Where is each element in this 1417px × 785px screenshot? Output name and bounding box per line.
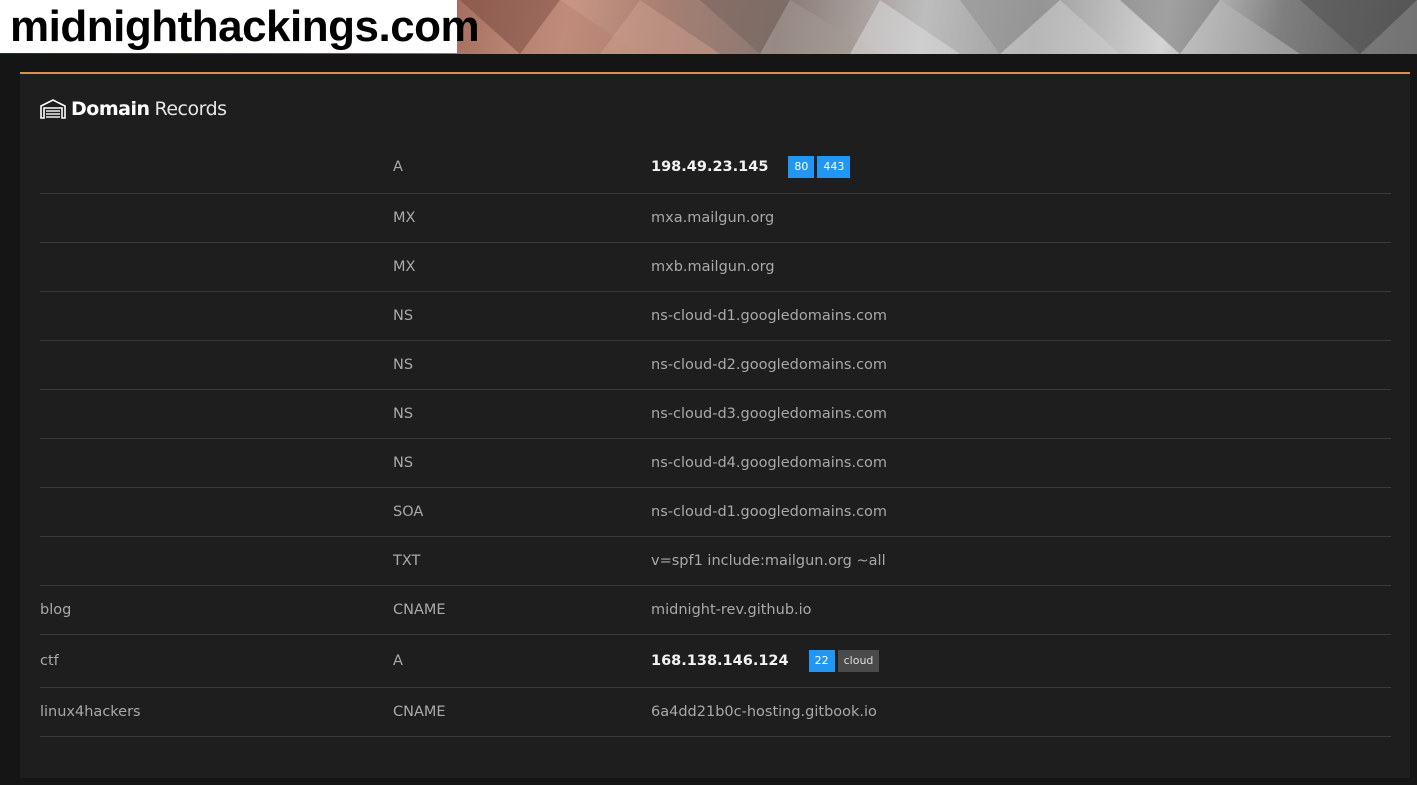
record-host <box>40 340 393 390</box>
site-title[interactable]: midnighthackings.com <box>0 0 480 53</box>
port-badges: 22 cloud <box>806 650 880 672</box>
record-host <box>40 291 393 341</box>
record-type: CNAME <box>393 585 651 635</box>
table-row: SOA ns-cloud-d1.googledomains.com <box>40 487 1391 537</box>
port-badge[interactable]: 22 <box>808 650 835 672</box>
record-value: ns-cloud-d3.googledomains.com <box>651 406 888 422</box>
table-row: A 198.49.23.145 80 443 <box>40 141 1391 194</box>
table-row: NS ns-cloud-d1.googledomains.com <box>40 291 1391 341</box>
record-type: TXT <box>393 536 651 586</box>
record-value-cell: 6a4dd21b0c-hosting.gitbook.io <box>651 687 1391 737</box>
record-value: mxa.mailgun.org <box>651 210 775 226</box>
record-value: v=spf1 include:mailgun.org ~all <box>651 553 886 569</box>
warehouse-icon <box>40 99 66 119</box>
record-host <box>40 242 393 292</box>
record-host <box>40 487 393 537</box>
table-row: NS ns-cloud-d3.googledomains.com <box>40 389 1391 439</box>
record-host <box>40 193 393 243</box>
record-host <box>40 141 393 194</box>
table-row: TXT v=spf1 include:mailgun.org ~all <box>40 536 1391 586</box>
header-banner: midnighthackings.com <box>0 0 1417 54</box>
record-type: NS <box>393 389 651 439</box>
record-host: blog <box>40 585 393 635</box>
table-row: NS ns-cloud-d4.googledomains.com <box>40 438 1391 488</box>
record-value: 168.138.146.124 <box>651 653 789 669</box>
record-value-cell: midnight-rev.github.io <box>651 585 1391 635</box>
record-value-cell: 168.138.146.124 22 cloud <box>651 634 1391 688</box>
panel-title-bold: Domain <box>71 98 150 120</box>
record-value: ns-cloud-d1.googledomains.com <box>651 504 888 520</box>
port-badge[interactable]: 80 <box>788 156 815 178</box>
port-badge[interactable]: 443 <box>817 156 851 178</box>
port-badges: 80 443 <box>785 156 851 178</box>
record-value: ns-cloud-d1.googledomains.com <box>651 308 888 324</box>
record-value: ns-cloud-d4.googledomains.com <box>651 455 888 471</box>
record-value: 6a4dd21b0c-hosting.gitbook.io <box>651 704 877 720</box>
domain-records-panel: Domain Records A 198.49.23.145 80 443 MX mxa.… <box>20 72 1410 778</box>
record-type: CNAME <box>393 687 651 737</box>
table-row: MX mxb.mailgun.org <box>40 242 1391 292</box>
record-value-cell: ns-cloud-d3.googledomains.com <box>651 389 1391 439</box>
table-row: MX mxa.mailgun.org <box>40 193 1391 243</box>
record-value: mxb.mailgun.org <box>651 259 775 275</box>
record-type: A <box>393 634 651 688</box>
panel-title-light: Records <box>154 98 227 120</box>
record-host <box>40 389 393 439</box>
record-value-cell: ns-cloud-d4.googledomains.com <box>651 438 1391 488</box>
tag-badge[interactable]: cloud <box>837 650 880 672</box>
record-host: ctf <box>40 634 393 688</box>
table-row: ctf A 168.138.146.124 22 cloud <box>40 634 1391 688</box>
record-value-cell: mxa.mailgun.org <box>651 193 1391 243</box>
record-value: midnight-rev.github.io <box>651 602 812 618</box>
record-type: A <box>393 141 651 194</box>
record-value-cell: ns-cloud-d2.googledomains.com <box>651 340 1391 390</box>
record-type: MX <box>393 242 651 292</box>
record-value-cell: 198.49.23.145 80 443 <box>651 141 1391 194</box>
record-host <box>40 536 393 586</box>
record-value-cell: v=spf1 include:mailgun.org ~all <box>651 536 1391 586</box>
record-type: NS <box>393 291 651 341</box>
record-host <box>40 438 393 488</box>
record-type: SOA <box>393 487 651 537</box>
record-type: NS <box>393 438 651 488</box>
table-row: NS ns-cloud-d2.googledomains.com <box>40 340 1391 390</box>
records-table: A 198.49.23.145 80 443 MX mxa.mailgun.org MX mx… <box>40 141 1391 737</box>
table-row: linux4hackers CNAME 6a4dd21b0c-hosting.git… <box>40 687 1391 737</box>
record-value: 198.49.23.145 <box>651 159 769 175</box>
record-value-cell: ns-cloud-d1.googledomains.com <box>651 487 1391 537</box>
record-value: ns-cloud-d2.googledomains.com <box>651 357 888 373</box>
record-type: NS <box>393 340 651 390</box>
record-type: MX <box>393 193 651 243</box>
record-host: linux4hackers <box>40 687 393 737</box>
table-row: blog CNAME midnight-rev.github.io <box>40 585 1391 635</box>
panel-header: Domain Records <box>40 96 227 122</box>
record-value-cell: mxb.mailgun.org <box>651 242 1391 292</box>
record-value-cell: ns-cloud-d1.googledomains.com <box>651 291 1391 341</box>
